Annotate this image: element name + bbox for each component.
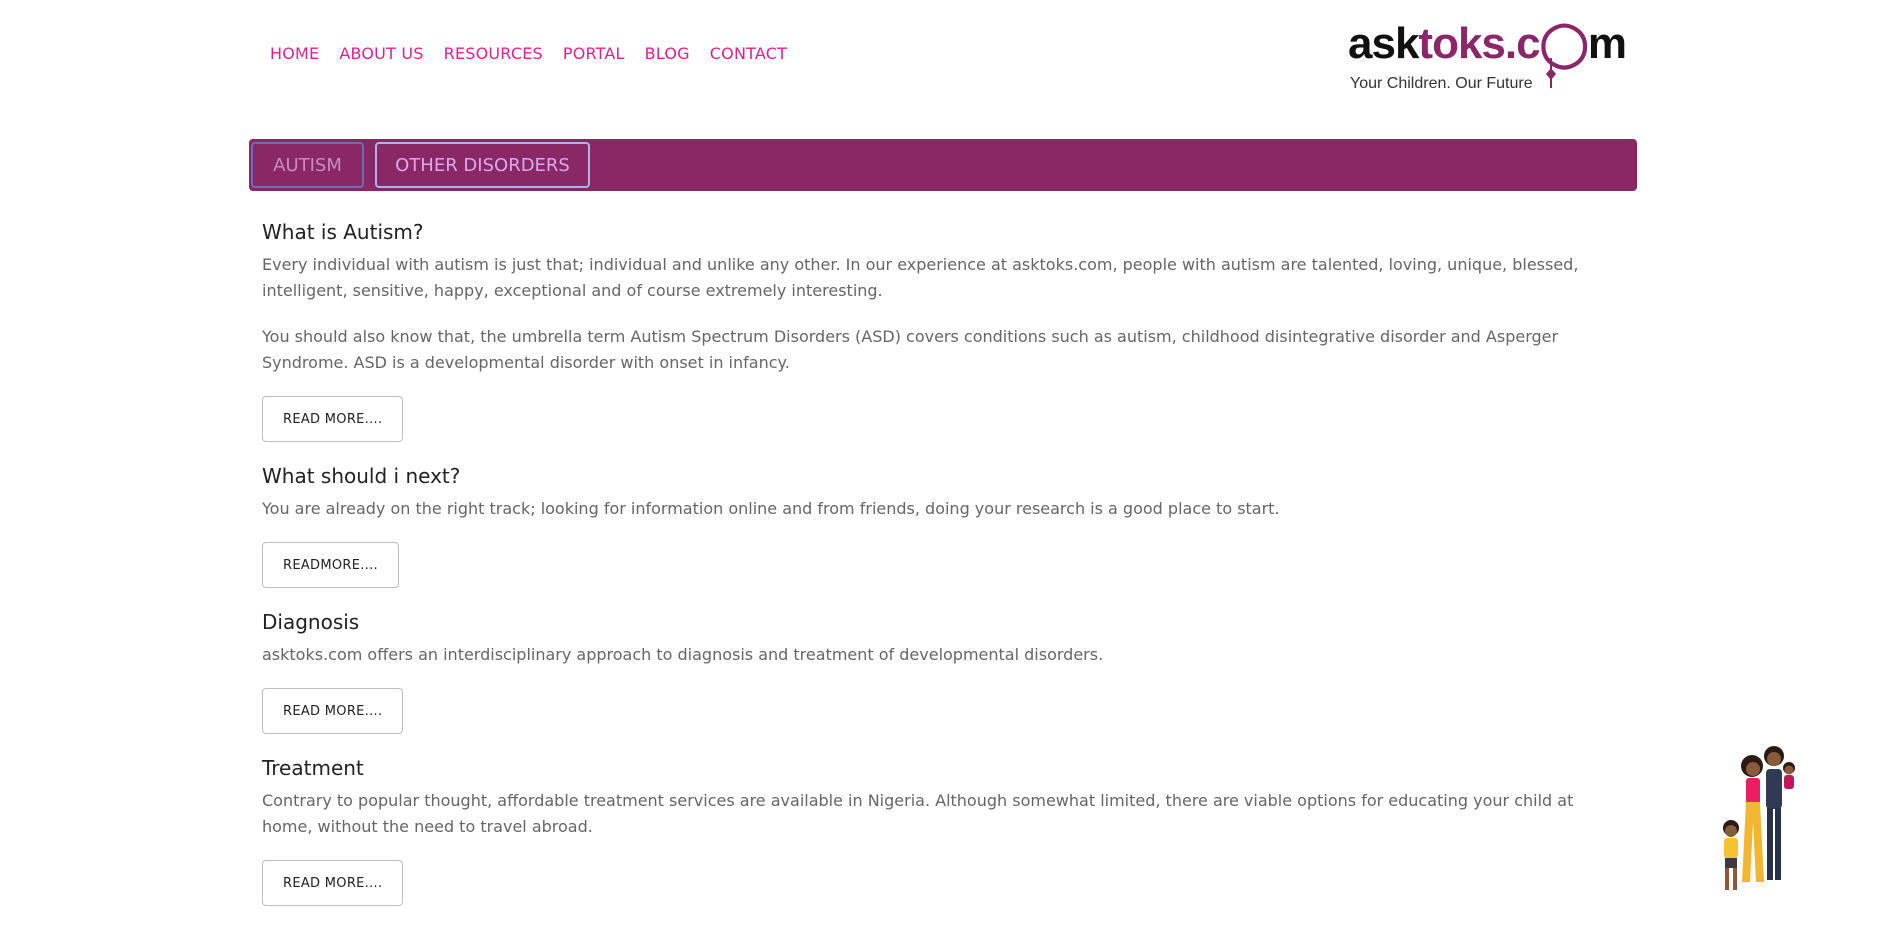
section-what-next: What should i next? You are already on t… (262, 462, 1597, 588)
section-paragraph: You should also know that, the umbrella … (262, 327, 1559, 372)
logo-word-toks: toks.c (1418, 19, 1540, 68)
tab-autism[interactable]: AUTISM (251, 142, 364, 188)
family-illustration (1723, 746, 1795, 890)
section-title: Diagnosis (262, 610, 360, 634)
main-content: What is Autism? Every individual with au… (262, 218, 1597, 926)
section-what-is-autism: What is Autism? Every individual with au… (262, 218, 1597, 442)
tab-other-disorders[interactable]: OTHER DISORDERS (375, 142, 590, 188)
tab-bar: AUTISM OTHER DISORDERS (249, 139, 1637, 191)
logo-word-m: m (1587, 19, 1627, 68)
read-more-button[interactable]: READ MORE.... (262, 396, 404, 442)
section-title: Treatment (262, 756, 364, 780)
nav-about-us[interactable]: ABOUT US (339, 44, 423, 63)
section-paragraph: asktoks.com offers an interdisciplinary … (262, 645, 1104, 664)
main-nav: HOME ABOUT US RESOURCES PORTAL BLOG CONT… (270, 44, 787, 63)
read-more-button[interactable]: READMORE.... (262, 542, 399, 588)
logo-word-ask: ask (1348, 19, 1419, 68)
section-paragraph: Every individual with autism is just tha… (262, 255, 1579, 300)
section-title: What should i next? (262, 464, 461, 488)
section-treatment: Treatment Contrary to popular thought, a… (262, 754, 1597, 906)
nav-home[interactable]: HOME (270, 44, 319, 63)
read-more-button[interactable]: READ MORE.... (262, 860, 404, 906)
nav-contact[interactable]: CONTACT (710, 44, 787, 63)
logo-wordmark: asktoks.c◯m (1348, 18, 1627, 69)
section-title: What is Autism? (262, 220, 424, 244)
nav-resources[interactable]: RESOURCES (444, 44, 543, 63)
read-more-button[interactable]: READ MORE.... (262, 688, 404, 734)
site-logo[interactable]: asktoks.c◯m Your Children. Our Future (1348, 12, 1627, 98)
section-paragraph: You are already on the right track; look… (262, 499, 1280, 518)
nav-portal[interactable]: PORTAL (563, 44, 625, 63)
section-diagnosis: Diagnosis asktoks.com offers an interdis… (262, 608, 1597, 734)
logo-tagline: Your Children. Our Future (1350, 75, 1533, 92)
nav-blog[interactable]: BLOG (645, 44, 690, 63)
section-paragraph: Contrary to popular thought, affordable … (262, 791, 1574, 836)
logo-pendant-icon (1546, 58, 1556, 88)
